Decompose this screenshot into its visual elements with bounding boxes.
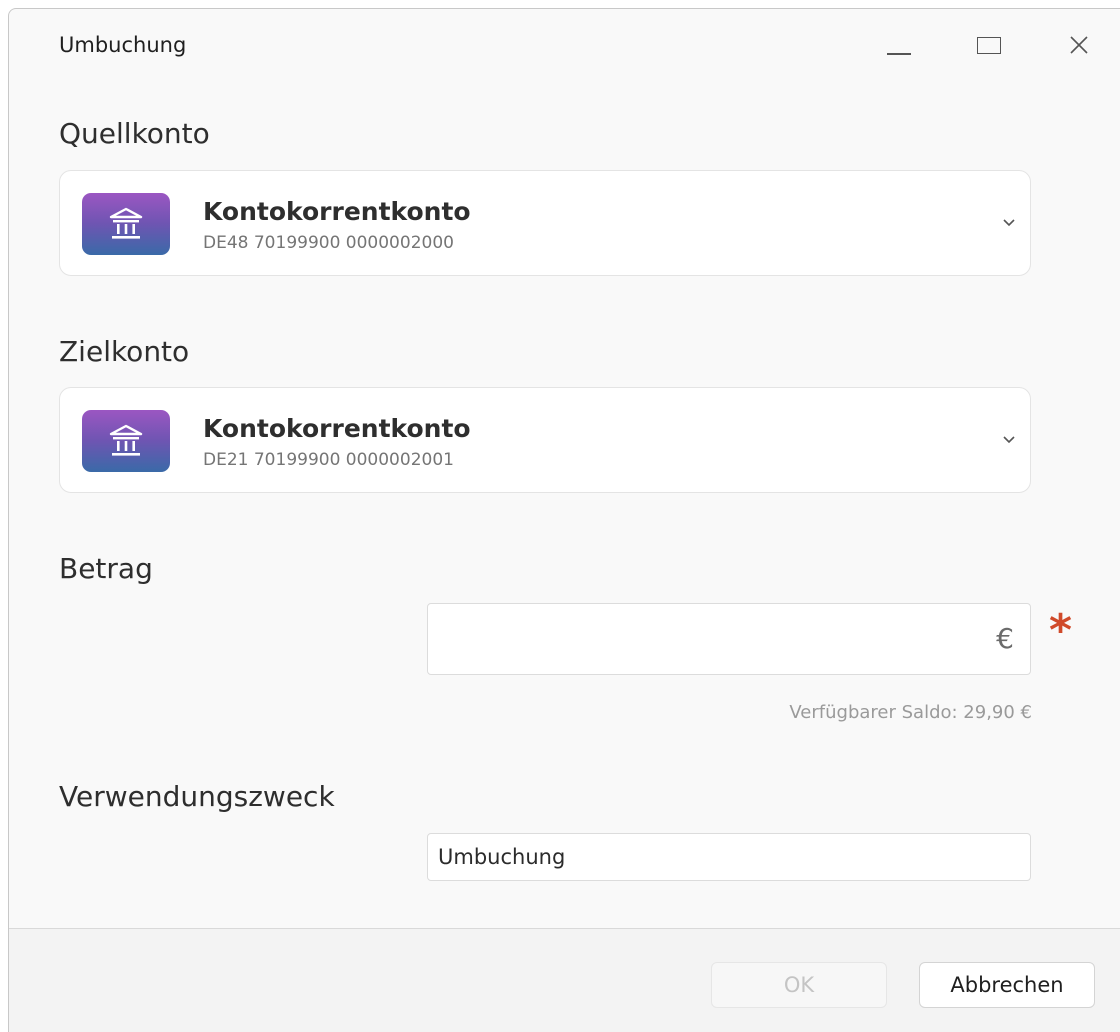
minimize-icon [887, 53, 911, 55]
cancel-button[interactable]: Abbrechen [919, 962, 1095, 1008]
purpose-label: Verwendungszweck [59, 780, 335, 813]
target-account-tile [82, 410, 170, 472]
purpose-input[interactable]: Umbuchung [427, 833, 1031, 881]
source-account-label: Quellkonto [59, 117, 210, 150]
target-account-iban: DE21 70199900 0000002001 [203, 450, 454, 470]
source-account-name: Kontokorrentkonto [203, 197, 471, 226]
target-account-select[interactable]: Kontokorrentkonto DE21 70199900 00000020… [59, 387, 1031, 493]
dialog-footer: OK Abbrechen [9, 928, 1120, 1032]
chevron-down-icon [1003, 436, 1015, 444]
window-title: Umbuchung [59, 33, 187, 57]
title-bar: Umbuchung [9, 9, 1120, 81]
target-account-name: Kontokorrentkonto [203, 414, 471, 443]
bank-icon [109, 207, 143, 239]
source-account-tile [82, 193, 170, 255]
amount-input[interactable]: € [427, 603, 1031, 675]
close-button[interactable] [1052, 25, 1106, 65]
amount-label: Betrag [59, 552, 153, 585]
currency-symbol: € [996, 622, 1014, 655]
source-account-select[interactable]: Kontokorrentkonto DE48 70199900 00000020… [59, 170, 1031, 276]
required-marker: * [1049, 605, 1073, 656]
chevron-down-icon [1003, 219, 1015, 227]
maximize-icon [977, 36, 1001, 54]
target-account-label: Zielkonto [59, 335, 190, 368]
maximize-button[interactable] [962, 25, 1016, 65]
minimize-button[interactable] [872, 25, 926, 65]
ok-button[interactable]: OK [711, 962, 887, 1008]
source-account-iban: DE48 70199900 0000002000 [203, 233, 454, 253]
close-icon [1070, 36, 1088, 54]
bank-icon [109, 424, 143, 456]
available-balance: Verfügbarer Saldo: 29,90 € [789, 702, 1032, 723]
transfer-dialog: Umbuchung Quellkonto Kontokorrentkonto D… [8, 8, 1120, 1032]
